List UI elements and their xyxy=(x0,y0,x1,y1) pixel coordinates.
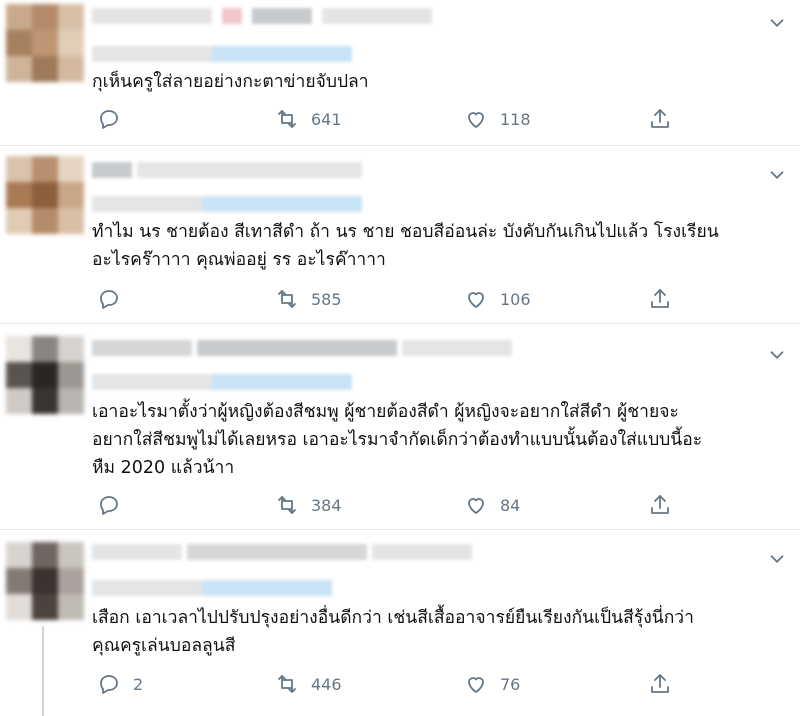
username-redacted xyxy=(92,544,472,560)
retweet-count: 446 xyxy=(311,674,342,694)
heart-icon xyxy=(468,677,484,693)
share-icon xyxy=(651,109,669,128)
reply-icon xyxy=(100,110,118,129)
reply-button[interactable] xyxy=(97,104,133,134)
like-button[interactable]: 106 xyxy=(464,284,531,314)
thread-line xyxy=(42,626,44,716)
tweet-4[interactable]: เสือก เอาเวลาไปปรับปรุงอย่างอื่นดีกว่า เ… xyxy=(0,530,800,716)
chevron-down-icon[interactable] xyxy=(766,12,788,34)
share-button[interactable] xyxy=(648,104,672,134)
like-count: 84 xyxy=(500,495,521,515)
username-redacted xyxy=(92,340,512,356)
like-button[interactable]: 76 xyxy=(464,669,520,699)
avatar[interactable] xyxy=(6,4,84,82)
reply-button[interactable]: 2 xyxy=(97,669,143,699)
avatar[interactable] xyxy=(6,156,84,234)
share-icon xyxy=(651,674,669,693)
heart-icon xyxy=(468,498,484,514)
share-button[interactable] xyxy=(648,490,672,520)
tweet-actions: 641 118 xyxy=(92,104,712,134)
retweet-count: 585 xyxy=(311,289,342,309)
retweet-button[interactable]: 585 xyxy=(275,284,342,314)
replying-to-redacted xyxy=(92,580,332,596)
share-button[interactable] xyxy=(648,669,672,699)
avatar[interactable] xyxy=(6,336,84,414)
like-count: 76 xyxy=(500,674,521,694)
reply-button[interactable] xyxy=(97,284,133,314)
tweet-text: เสือก เอาเวลาไปปรับปรุงอย่างอื่นดีกว่า เ… xyxy=(92,608,694,656)
reply-icon xyxy=(100,290,118,309)
reply-icon xyxy=(100,675,118,694)
chevron-down-icon[interactable] xyxy=(766,164,788,186)
share-icon xyxy=(651,289,669,308)
retweet-icon xyxy=(278,675,296,693)
heart-icon xyxy=(468,292,484,308)
like-button[interactable]: 118 xyxy=(464,104,531,134)
username-redacted xyxy=(92,8,432,24)
replying-to-redacted xyxy=(92,374,352,390)
retweet-icon xyxy=(278,290,296,308)
retweet-count: 641 xyxy=(311,109,342,129)
tweet-actions: 2 446 76 xyxy=(92,669,712,699)
replying-to-redacted xyxy=(92,46,352,62)
tweet-2[interactable]: ทำไม นร ชายต้อง สีเทาสีดำ ถ้า นร ชาย ชอบ… xyxy=(0,146,800,324)
retweet-button[interactable]: 641 xyxy=(275,104,342,134)
retweet-count: 384 xyxy=(311,495,342,515)
like-button[interactable]: 84 xyxy=(464,490,520,520)
tweet-text: เอาอะไรมาตั้งว่าผู้หญิงต้องสีชมพู ผู้ชาย… xyxy=(92,402,703,478)
like-count: 118 xyxy=(500,109,531,129)
chevron-down-icon[interactable] xyxy=(766,548,788,570)
share-icon xyxy=(651,495,669,514)
avatar[interactable] xyxy=(6,542,84,620)
reply-count: 2 xyxy=(133,674,144,694)
like-count: 106 xyxy=(500,289,531,309)
retweet-icon xyxy=(278,110,296,128)
tweet-text: ทำไม นร ชายต้อง สีเทาสีดำ ถ้า นร ชาย ชอบ… xyxy=(92,222,719,270)
retweet-button[interactable]: 446 xyxy=(275,669,342,699)
replying-to-redacted xyxy=(92,196,362,212)
tweet-text: กุเห็นครูใส่ลายอย่างกะตาข่ายจับปลา xyxy=(92,72,369,92)
reply-icon xyxy=(100,496,118,515)
heart-icon xyxy=(468,112,484,128)
retweet-icon xyxy=(278,496,296,514)
username-redacted xyxy=(92,162,362,178)
tweet-3[interactable]: เอาอะไรมาตั้งว่าผู้หญิงต้องสีชมพู ผู้ชาย… xyxy=(0,324,800,530)
reply-button[interactable] xyxy=(97,490,133,520)
retweet-button[interactable]: 384 xyxy=(275,490,342,520)
tweet-actions: 585 106 xyxy=(92,284,712,314)
chevron-down-icon[interactable] xyxy=(766,344,788,366)
share-button[interactable] xyxy=(648,284,672,314)
tweet-1[interactable]: กุเห็นครูใส่ลายอย่างกะตาข่ายจับปลา 641 1… xyxy=(0,0,800,146)
tweet-actions: 384 84 xyxy=(92,490,712,520)
